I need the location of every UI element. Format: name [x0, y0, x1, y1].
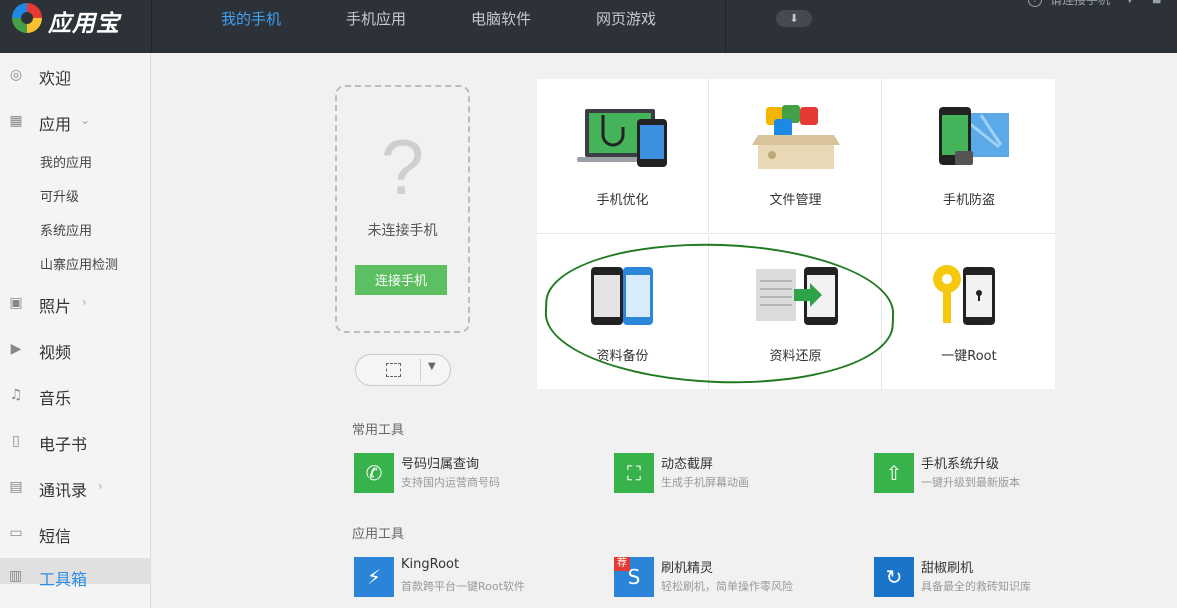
sidebar-item-apps[interactable]: ▦ 应用 ⌄ [0, 107, 150, 137]
app-name: 应用宝 [48, 11, 120, 37]
video-icon: ▶ [10, 341, 22, 357]
app-logo-icon [12, 3, 42, 33]
sidebar-item-label: 通讯录 [39, 481, 88, 500]
system-upgrade-icon: ⇧ [874, 453, 914, 493]
tool-name: 手机系统升级 [921, 457, 1000, 472]
sidebar-item-label: 音乐 [39, 389, 72, 408]
phone-status-text: 未连接手机 [367, 223, 438, 239]
tool-desc: 首款跨平台一键Root软件 [401, 580, 525, 593]
tool-kingroot[interactable]: ⚡ KingRoot 首款跨平台一键Root软件 [354, 557, 594, 597]
sidebar-item-label: 欢迎 [39, 69, 72, 88]
nav-web-games[interactable]: 网页游戏 [596, 8, 656, 29]
sidebar-item-label: 应用 [39, 115, 72, 134]
tool-desc: 一键升级到最新版本 [921, 476, 1020, 489]
tool-system-upgrade[interactable]: ⇧ 手机系统升级 一键升级到最新版本 [874, 453, 1114, 493]
tile-phone-antitheft[interactable]: 手机防盗 [883, 79, 1055, 234]
sidebar-item-welcome[interactable]: ◎ 欢迎 [0, 61, 150, 91]
top-bar: 应用宝 我的手机 手机应用 电脑软件 网页游戏 ⬇ ? 请连接手机 ▼ ▬ [0, 0, 1177, 53]
phone-placeholder-card: ? 未连接手机 连接手机 [335, 85, 470, 333]
sidebar-item-contacts[interactable]: ▤ 通讯录 › [0, 473, 150, 503]
screenshot-button[interactable]: ▼ [355, 354, 451, 386]
tile-label: 一键Root [941, 349, 997, 364]
phone-optimize-icon [577, 109, 667, 167]
tile-label: 手机优化 [596, 193, 649, 208]
welcome-icon: ◎ [9, 67, 23, 83]
question-mark-icon: ? [380, 123, 425, 211]
header-divider [725, 0, 726, 53]
tool-screen-capture[interactable]: ⛶ 动态截屏 生成手机屏幕动画 [614, 453, 854, 493]
tool-name: 刷机精灵 [661, 561, 714, 576]
tile-phone-optimize[interactable]: 手机优化 [537, 79, 709, 234]
tool-desc: 轻松刷机，简单操作零风险 [661, 580, 793, 593]
sidebar-item-videos[interactable]: ▶ 视频 [0, 335, 150, 365]
screenshot-icon [386, 363, 401, 377]
download-arrow-icon: ⬇ [789, 12, 799, 25]
tool-name: 甜椒刷机 [921, 561, 974, 576]
app-tools-title: 应用工具 [352, 527, 405, 542]
file-manager-icon [752, 105, 840, 169]
tool-name: 动态截屏 [661, 457, 714, 472]
tool-desc: 具备最全的救砖知识库 [921, 580, 1031, 593]
tile-label: 手机防盗 [942, 193, 995, 208]
sidebar-item-sms[interactable]: ▭ 短信 [0, 519, 150, 549]
apps-grid-icon: ▦ [9, 113, 23, 129]
sidebar-item-toolbox[interactable]: ▥ 工具箱 [0, 558, 150, 589]
tile-file-manager[interactable]: 文件管理 [710, 79, 882, 234]
sidebar-subitem-my-apps[interactable]: 我的应用 [40, 152, 92, 171]
tool-desc: 支持国内运营商号码 [401, 476, 500, 489]
sidebar-item-label: 短信 [39, 527, 72, 546]
sidebar-item-photos[interactable]: ▣ 照片 › [0, 289, 150, 319]
music-icon: ♫ [9, 387, 23, 403]
tile-one-click-root[interactable]: 一键Root [883, 235, 1055, 390]
sidebar: ◎ 欢迎 ▦ 应用 ⌄ 我的应用 可升级 系统应用 山寨应用检测 ▣ 照片 › … [0, 53, 151, 608]
photo-icon: ▣ [9, 295, 23, 311]
sms-icon: ▭ [9, 525, 23, 541]
screen-capture-icon: ⛶ [614, 453, 654, 493]
sidebar-item-music[interactable]: ♫ 音乐 [0, 381, 150, 411]
sidebar-item-label: 工具箱 [39, 570, 88, 589]
sidebar-item-ebooks[interactable]: ▯ 电子书 [0, 427, 150, 457]
tool-phone-lookup[interactable]: ✆ 号码归属查询 支持国内运营商号码 [354, 453, 594, 493]
nav-pc-software[interactable]: 电脑软件 [471, 8, 531, 29]
connect-phone-button[interactable]: 连接手机 [355, 265, 447, 295]
sidebar-item-label: 视频 [39, 343, 72, 362]
sidebar-subitem-system-apps[interactable]: 系统应用 [40, 220, 92, 239]
contacts-icon: ▤ [9, 479, 23, 495]
tool-flash-tool[interactable]: S 荐 刷机精灵 轻松刷机，简单操作零风险 [614, 557, 854, 597]
sidebar-subitem-upgradable[interactable]: 可升级 [40, 186, 79, 205]
chevron-down-icon[interactable]: ▼ [428, 361, 436, 372]
connect-phone-link[interactable]: 请连接手机 [1050, 0, 1110, 8]
tool-name: KingRoot [401, 557, 460, 572]
help-icon[interactable]: ? [1028, 0, 1042, 7]
tool-name: 号码归属查询 [401, 457, 480, 472]
common-tools-title: 常用工具 [352, 423, 405, 438]
nav-phone-apps[interactable]: 手机应用 [346, 8, 406, 29]
download-button[interactable]: ⬇ [776, 10, 812, 27]
recommend-badge: 荐 [614, 557, 630, 571]
button-divider [420, 359, 421, 381]
sidebar-item-label: 电子书 [39, 435, 88, 454]
toolbox-icon: ▥ [9, 568, 23, 584]
chevron-right-icon: › [82, 295, 87, 309]
chevron-down-icon: ⌄ [80, 113, 91, 127]
phone-antitheft-icon [939, 107, 1009, 165]
tool-desc: 生成手机屏幕动画 [661, 476, 749, 489]
one-click-root-icon [933, 265, 995, 325]
kingroot-icon: ⚡ [354, 557, 394, 597]
chevron-right-icon: › [98, 479, 103, 493]
tile-label: 文件管理 [769, 193, 822, 208]
tool-tianjiao[interactable]: ↻ 甜椒刷机 具备最全的救砖知识库 [874, 557, 1114, 597]
sidebar-subitem-fake-app-check[interactable]: 山寨应用检测 [40, 254, 118, 273]
chevron-down-icon[interactable]: ▼ [1126, 0, 1134, 5]
tianjiao-icon: ↻ [874, 557, 914, 597]
brand[interactable]: 应用宝 [0, 0, 152, 53]
minimize-icon[interactable]: ▬ [1152, 0, 1161, 7]
sidebar-item-label: 照片 [39, 297, 72, 316]
nav-my-phone[interactable]: 我的手机 [221, 8, 281, 29]
phone-lookup-icon: ✆ [354, 453, 394, 493]
ebook-icon: ▯ [12, 433, 20, 449]
